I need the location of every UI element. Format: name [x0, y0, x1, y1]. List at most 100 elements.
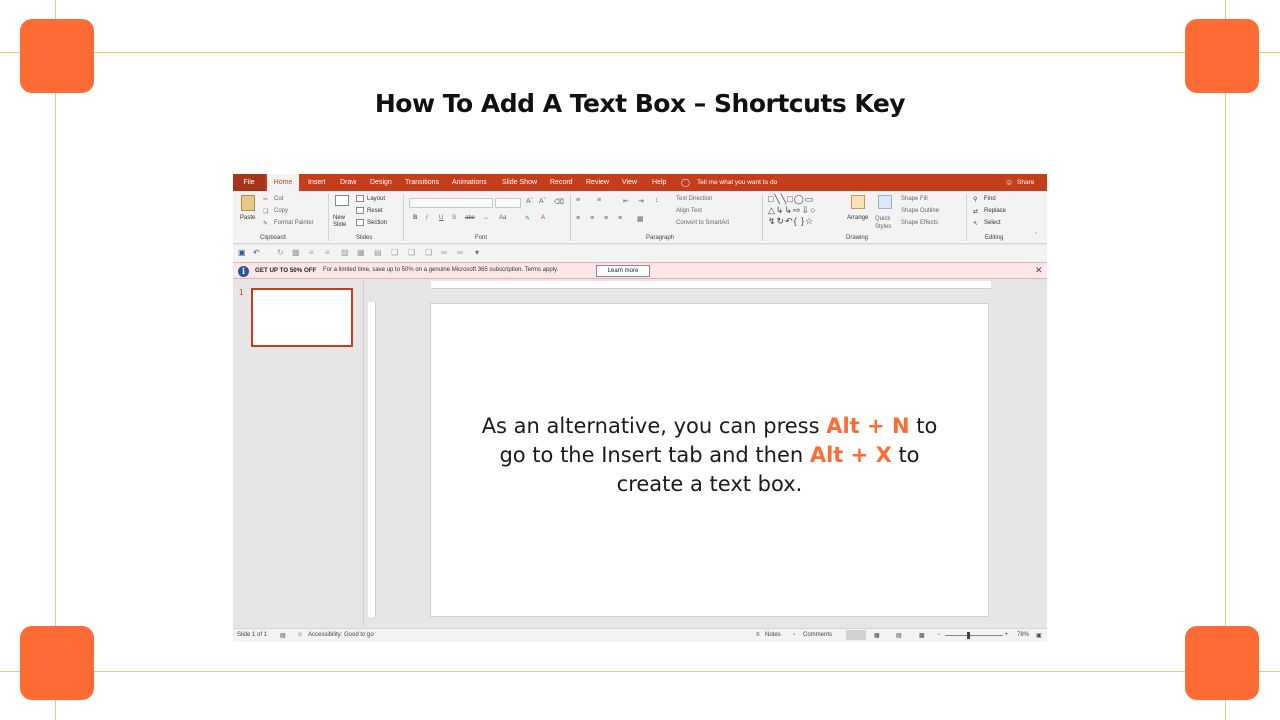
zoom-slider[interactable] [945, 635, 1003, 636]
notes-button[interactable]: Notes [765, 632, 781, 638]
bullets-icon[interactable]: ≡ [576, 197, 580, 204]
tab-design[interactable]: Design [370, 174, 392, 191]
new-slide-button[interactable]: New Slide [333, 215, 357, 229]
bring-forward-icon[interactable]: ❏ [391, 248, 398, 257]
distribute-icon[interactable]: ≡ [325, 248, 330, 257]
tab-animations[interactable]: Animations [452, 174, 487, 191]
tab-review[interactable]: Review [586, 174, 609, 191]
change-case-icon[interactable]: Aa [499, 215, 506, 221]
numbering-icon[interactable]: ≡ [597, 197, 601, 204]
comments-button[interactable]: Comments [803, 632, 832, 638]
send-backward-icon[interactable]: ❏ [408, 248, 415, 257]
highlight-icon[interactable]: ✎ [525, 215, 530, 222]
accessibility-status[interactable]: Accessibility: Good to go [308, 632, 374, 638]
zoom-out-icon[interactable]: − [937, 632, 941, 638]
link-icon[interactable]: ∞ [441, 248, 447, 257]
outdent-icon[interactable]: ⇥ [638, 197, 644, 205]
reading-view-icon[interactable]: ▤ [896, 632, 902, 639]
undo-icon[interactable]: ↶ [253, 248, 260, 257]
group-icon[interactable]: ▦ [357, 248, 365, 257]
lock-icon[interactable]: ▧ [341, 248, 349, 257]
shape-outline-button[interactable]: Shape Outline [901, 208, 939, 214]
replace-icon[interactable]: ⇄ [973, 208, 978, 215]
notes-icon[interactable]: ≡ [756, 632, 760, 638]
tab-record[interactable]: Record [550, 174, 573, 191]
align-right-icon[interactable]: ≡ [604, 215, 608, 222]
arrange-button[interactable]: Arrange [847, 215, 868, 221]
select-button[interactable]: Select [984, 220, 1001, 226]
brush-icon[interactable]: ✎ [263, 220, 268, 227]
print-icon[interactable]: ▤ [374, 248, 382, 257]
zoom-slider-thumb[interactable] [967, 632, 970, 639]
tab-slide-show[interactable]: Slide Show [502, 174, 537, 191]
new-slide-icon[interactable] [335, 195, 349, 206]
arrange-icon[interactable] [851, 195, 865, 209]
learn-more-button[interactable]: Learn more [596, 265, 650, 277]
paste-button[interactable]: Paste [240, 215, 255, 221]
share-button[interactable]: Share [1017, 174, 1034, 191]
replace-button[interactable]: Replace [984, 208, 1006, 214]
collapse-ribbon-icon[interactable]: ˆ [1035, 233, 1037, 240]
clear-format-icon[interactable]: ⌫ [554, 198, 564, 206]
decrease-font-icon[interactable]: Aˇ [539, 198, 546, 205]
section-button[interactable]: Section [367, 220, 387, 226]
accessibility-icon[interactable]: ☺ [297, 632, 303, 638]
save-icon[interactable]: ▣ [238, 248, 246, 257]
paste-icon[interactable] [241, 195, 255, 211]
shadow-button[interactable]: S [452, 215, 456, 221]
duplicate-icon[interactable]: ❏ [425, 248, 432, 257]
scissors-icon[interactable]: ✂ [263, 196, 268, 203]
redo-icon[interactable]: ↻ [277, 248, 284, 257]
reset-button[interactable]: Reset [367, 208, 383, 214]
select-icon[interactable]: ↖ [973, 220, 978, 227]
find-icon[interactable]: ⚲ [973, 196, 977, 203]
columns-icon[interactable]: ▦ [637, 215, 644, 223]
tab-insert[interactable]: Insert [308, 174, 326, 191]
copy-icon[interactable]: ❏ [263, 208, 268, 215]
char-spacing-icon[interactable]: ↔ [483, 215, 489, 221]
unlink-icon[interactable]: ∞ [457, 248, 463, 257]
increase-font-icon[interactable]: Aˆ [526, 198, 533, 205]
font-color-icon[interactable]: A [541, 215, 545, 221]
format-painter-button[interactable]: Format Painter [274, 220, 314, 226]
tab-help[interactable]: Help [652, 174, 666, 191]
tab-transitions[interactable]: Transitions [405, 174, 439, 191]
justify-icon[interactable]: ≡ [618, 215, 622, 222]
shapes-gallery[interactable]: □╲╲□◯▭ △↳↳⇨⇩○ ↯↻↶{ }☆ [768, 194, 838, 227]
presenter-view-icon[interactable]: ▩ [919, 632, 925, 639]
layout-button[interactable]: Layout [367, 196, 385, 202]
spellcheck-icon[interactable]: ▤ [280, 632, 286, 639]
slide-thumbnail[interactable] [251, 288, 353, 347]
bold-button[interactable]: B [413, 215, 417, 221]
find-button[interactable]: Find [984, 196, 996, 202]
convert-smartart-button[interactable]: Convert to SmartArt [676, 220, 729, 226]
indent-icon[interactable]: ⇤ [623, 197, 629, 205]
slide-sorter-icon[interactable]: ▦ [874, 632, 880, 639]
close-icon[interactable]: ✕ [1035, 265, 1043, 276]
strikethrough-icon[interactable]: abc [465, 215, 475, 221]
tab-home[interactable]: Home [267, 174, 299, 191]
align-text-button[interactable]: Align Text [676, 208, 702, 214]
tab-view[interactable]: View [622, 174, 637, 191]
slideshow-icon[interactable]: ▩ [292, 248, 300, 257]
zoom-in-icon[interactable]: + [1005, 632, 1009, 638]
zoom-level[interactable]: 78% [1017, 632, 1029, 638]
shape-fill-button[interactable]: Shape Fill [901, 196, 928, 202]
quick-styles-button[interactable]: Quick Styles [875, 215, 899, 231]
tab-file[interactable]: File [233, 174, 265, 191]
fit-slide-icon[interactable]: ▣ [1036, 632, 1042, 639]
comments-icon[interactable]: ▫ [793, 632, 795, 638]
text-direction-button[interactable]: Text Direction [676, 196, 712, 202]
customize-toolbar-icon[interactable]: ▾ [475, 248, 479, 257]
align-center-icon[interactable]: ≡ [590, 215, 594, 222]
slide-canvas[interactable]: As an alternative, you can press Alt + N… [430, 303, 989, 617]
underline-button[interactable]: U [439, 215, 443, 221]
italic-button[interactable]: I [426, 215, 428, 221]
slide-body-text[interactable]: As an alternative, you can press Alt + N… [431, 412, 988, 499]
tell-me-search[interactable]: Tell me what you want to do [697, 174, 777, 191]
normal-view-icon[interactable] [846, 630, 866, 640]
tab-draw[interactable]: Draw [340, 174, 356, 191]
font-size-dropdown[interactable] [495, 198, 521, 208]
shape-effects-button[interactable]: Shape Effects [901, 220, 938, 226]
cut-button[interactable]: Cut [274, 196, 283, 202]
